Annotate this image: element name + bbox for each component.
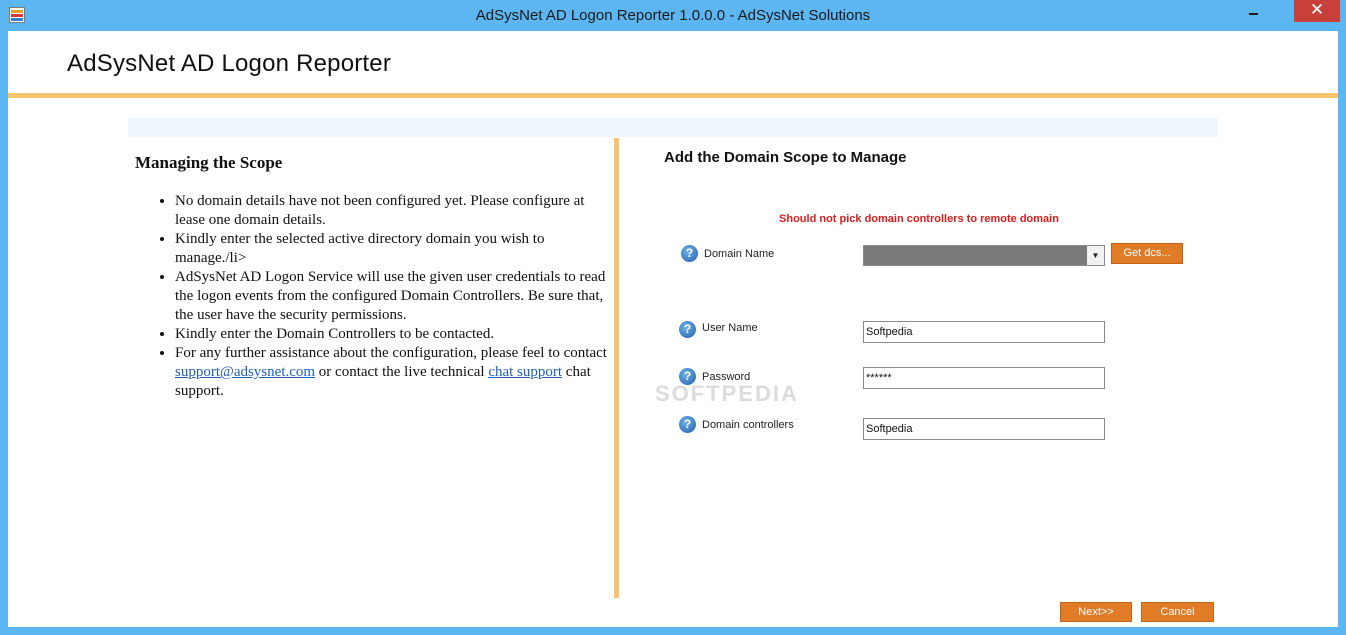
warning-message: Should not pick domain controllers to re…	[779, 213, 1059, 225]
support-email-link[interactable]: support@adsysnet.com	[175, 364, 315, 380]
list-item: No domain details have not been configur…	[175, 192, 615, 230]
close-icon: ✕	[1309, 0, 1325, 19]
domain-name-select[interactable]: ▼	[863, 245, 1105, 266]
app-heading: AdSysNet AD Logon Reporter	[67, 50, 392, 77]
next-button[interactable]: Next>>	[1060, 602, 1132, 622]
domain-controllers-label: Domain controllers	[702, 419, 794, 431]
list-item: Kindly enter the selected active directo…	[175, 230, 615, 268]
help-list: No domain details have not been configur…	[175, 192, 615, 401]
scope-form: Add the Domain Scope to Manage Should no…	[619, 138, 1229, 598]
minimize-button[interactable]	[1240, 0, 1266, 22]
minimize-icon	[1249, 13, 1258, 15]
title-bar[interactable]: AdSysNet AD Logon Reporter 1.0.0.0 - AdS…	[0, 0, 1346, 31]
domain-controllers-input[interactable]	[863, 418, 1105, 440]
user-name-input[interactable]	[863, 321, 1105, 343]
help-icon[interactable]: ?	[681, 245, 698, 262]
close-button[interactable]: ✕	[1294, 0, 1340, 22]
list-item: For any further assistance about the con…	[175, 344, 615, 401]
header-divider	[8, 93, 1338, 98]
softpedia-watermark: SOFTPEDIA	[655, 381, 799, 406]
chevron-down-icon[interactable]: ▼	[1087, 246, 1104, 265]
help-panel: Managing the Scope No domain details hav…	[128, 138, 614, 598]
chat-support-link[interactable]: chat support	[488, 364, 562, 380]
help-icon[interactable]: ?	[679, 321, 696, 338]
list-item: AdSysNet AD Logon Service will use the g…	[175, 268, 615, 325]
list-item-text: For any further assistance about the con…	[175, 345, 607, 361]
help-icon[interactable]: ?	[679, 416, 696, 433]
password-input[interactable]	[863, 367, 1105, 389]
app-window: AdSysNet AD Logon Reporter 1.0.0.0 - AdS…	[0, 0, 1346, 635]
domain-name-label: Domain Name	[704, 248, 775, 260]
form-title: Add the Domain Scope to Manage	[664, 149, 907, 166]
help-panel-title: Managing the Scope	[135, 153, 283, 172]
window-title: AdSysNet AD Logon Reporter 1.0.0.0 - AdS…	[475, 7, 871, 24]
header: AdSysNet AD Logon Reporter	[8, 31, 1338, 93]
list-item: Kindly enter the Domain Controllers to b…	[175, 325, 615, 344]
info-strip	[128, 118, 1218, 137]
cancel-button[interactable]: Cancel	[1141, 602, 1214, 622]
get-dcs-button[interactable]: Get dcs...	[1111, 243, 1183, 264]
list-item-text: or contact the live technical	[315, 364, 489, 380]
client-area: AdSysNet AD Logon Reporter Managing the …	[8, 31, 1338, 627]
user-name-label: User Name	[702, 322, 758, 334]
